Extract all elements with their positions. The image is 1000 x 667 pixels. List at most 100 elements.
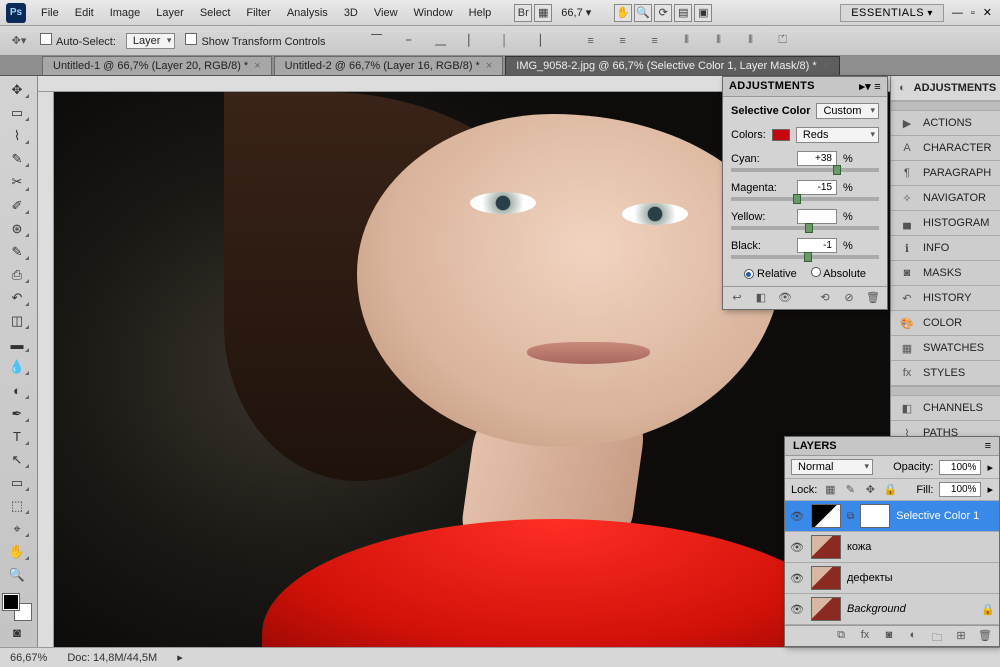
- document-tab[interactable]: Untitled-2 @ 66,7% (Layer 16, RGB/8) *×: [274, 56, 504, 75]
- align-left-icon[interactable]: ▏: [462, 31, 484, 51]
- visibility-toggle-icon[interactable]: 👁: [789, 602, 805, 616]
- visibility-toggle-icon[interactable]: 👁: [789, 571, 805, 585]
- distribute-hcenter-icon[interactable]: ⦀: [708, 31, 730, 51]
- chevron-right-icon[interactable]: ▸: [987, 483, 993, 496]
- move-tool-preset-icon[interactable]: ✥▾: [8, 31, 30, 51]
- quick-select-tool-icon[interactable]: ✎: [3, 149, 31, 169]
- collapsed-info[interactable]: ℹINFO: [891, 236, 1000, 261]
- auto-select-option[interactable]: Auto-Select:: [40, 33, 116, 48]
- menu-edit[interactable]: Edit: [68, 3, 101, 23]
- align-top-icon[interactable]: ⎺: [366, 31, 388, 51]
- magenta-input[interactable]: [797, 180, 837, 195]
- adj-reset-icon[interactable]: ⊘: [841, 291, 857, 305]
- panel-menu-icon[interactable]: ▸▾ ≡: [859, 80, 881, 93]
- quick-mask-icon[interactable]: ◙: [3, 623, 31, 643]
- eraser-tool-icon[interactable]: ◫: [3, 311, 31, 331]
- lock-transparent-icon[interactable]: ▦: [823, 483, 837, 497]
- bridge-icon[interactable]: Br: [514, 4, 532, 22]
- link-layers-icon[interactable]: ⧉: [833, 629, 849, 643]
- dodge-tool-icon[interactable]: ◐: [3, 380, 31, 400]
- shape-tool-icon[interactable]: ▭: [3, 473, 31, 493]
- marquee-tool-icon[interactable]: ▭: [3, 103, 31, 123]
- crop-tool-icon[interactable]: ✂: [3, 172, 31, 192]
- auto-align-icon[interactable]: ⏍: [772, 31, 794, 51]
- layer-row[interactable]: 👁 кожа: [785, 532, 999, 563]
- 3d-tool-icon[interactable]: ⬚: [3, 496, 31, 516]
- zoom-tool-icon[interactable]: 🔍: [634, 4, 652, 22]
- menu-file[interactable]: File: [34, 3, 66, 23]
- document-tab-active[interactable]: IMG_9058-2.jpg @ 66,7% (Selective Color …: [505, 56, 840, 75]
- black-input[interactable]: [797, 238, 837, 253]
- menu-help[interactable]: Help: [462, 3, 499, 23]
- opacity-input[interactable]: [939, 460, 981, 475]
- layer-thumb-icon[interactable]: [811, 597, 841, 621]
- collapsed-swatches[interactable]: ▦SWATCHES: [891, 336, 1000, 361]
- collapsed-channels[interactable]: ◧CHANNELS: [891, 396, 1000, 421]
- magenta-slider[interactable]: [731, 197, 879, 201]
- menu-view[interactable]: View: [367, 3, 405, 23]
- workspace-switcher[interactable]: ESSENTIALS ▾: [840, 4, 944, 22]
- pen-tool-icon[interactable]: ✒: [3, 404, 31, 424]
- rotate-view-icon[interactable]: ⟳: [654, 4, 672, 22]
- layer-mask-icon[interactable]: ◙: [881, 629, 897, 643]
- adj-clip-icon[interactable]: ◧: [753, 291, 769, 305]
- close-icon[interactable]: ×: [254, 60, 260, 72]
- adj-view-icon[interactable]: 👁: [777, 291, 793, 305]
- clone-stamp-tool-icon[interactable]: ⎙: [3, 265, 31, 285]
- hand-tool-icon[interactable]: ✋: [614, 4, 632, 22]
- color-swatches[interactable]: [3, 594, 31, 619]
- close-icon[interactable]: ×: [823, 60, 829, 72]
- layer-mask-thumb-icon[interactable]: [860, 504, 890, 528]
- show-transform-option[interactable]: Show Transform Controls: [185, 33, 325, 48]
- visibility-toggle-icon[interactable]: 👁: [789, 540, 805, 554]
- cyan-input[interactable]: [797, 151, 837, 166]
- brush-tool-icon[interactable]: ✎: [3, 242, 31, 262]
- layer-thumb-icon[interactable]: [811, 566, 841, 590]
- lock-pixels-icon[interactable]: ✎: [843, 483, 857, 497]
- yellow-input[interactable]: [797, 209, 837, 224]
- collapsed-masks[interactable]: ◙MASKS: [891, 261, 1000, 286]
- eyedropper-tool-icon[interactable]: ✐: [3, 196, 31, 216]
- status-doc-size[interactable]: Doc: 14,8M/44,5M: [67, 652, 157, 664]
- visibility-toggle-icon[interactable]: 👁: [789, 509, 805, 523]
- menu-window[interactable]: Window: [407, 3, 460, 23]
- collapsed-paragraph[interactable]: ¶PARAGRAPH: [891, 161, 1000, 186]
- collapsed-color[interactable]: 🎨COLOR: [891, 311, 1000, 336]
- status-zoom[interactable]: 66,67%: [10, 652, 47, 664]
- layer-fx-icon[interactable]: fx: [857, 629, 873, 643]
- window-close-icon[interactable]: ✕: [983, 6, 992, 19]
- zoom-tool-icon[interactable]: 🔍: [3, 565, 31, 585]
- collapsed-character[interactable]: ACHARACTER: [891, 136, 1000, 161]
- align-hcenter-icon[interactable]: │: [494, 31, 516, 51]
- fill-input[interactable]: [939, 482, 981, 497]
- menu-select[interactable]: Select: [193, 3, 238, 23]
- collapsed-adjustments-header[interactable]: ◐ADJUSTMENTS: [891, 76, 1000, 101]
- adj-prev-icon[interactable]: ⟲: [817, 291, 833, 305]
- panel-menu-icon[interactable]: ≡: [985, 440, 991, 452]
- collapsed-history[interactable]: ↶HISTORY: [891, 286, 1000, 311]
- new-group-icon[interactable]: 🗀: [929, 629, 945, 643]
- window-restore-icon[interactable]: ▫: [971, 7, 975, 19]
- hand-tool-icon[interactable]: ✋: [3, 542, 31, 562]
- colors-dropdown[interactable]: Reds: [796, 127, 879, 143]
- layer-row[interactable]: 👁 дефекты: [785, 563, 999, 594]
- absolute-radio[interactable]: Absolute: [811, 267, 866, 280]
- foreground-color-swatch[interactable]: [3, 594, 19, 610]
- move-tool-icon[interactable]: ✥: [3, 80, 31, 100]
- collapsed-styles[interactable]: fxSTYLES: [891, 361, 1000, 386]
- layer-thumb-icon[interactable]: [811, 504, 841, 528]
- type-tool-icon[interactable]: T: [3, 427, 31, 447]
- 3d-camera-tool-icon[interactable]: ⌖: [3, 519, 31, 539]
- align-bottom-icon[interactable]: ⎽: [430, 31, 452, 51]
- distribute-left-icon[interactable]: ⦀: [676, 31, 698, 51]
- black-slider[interactable]: [731, 255, 879, 259]
- view-extras-icon[interactable]: ▦: [534, 4, 552, 22]
- gradient-tool-icon[interactable]: ▬: [3, 334, 31, 354]
- adj-trash-icon[interactable]: 🗑: [865, 291, 881, 305]
- close-icon[interactable]: ×: [486, 60, 492, 72]
- layer-row-background[interactable]: 👁 Background 🔒: [785, 594, 999, 625]
- distribute-right-icon[interactable]: ⦀: [740, 31, 762, 51]
- menu-filter[interactable]: Filter: [239, 3, 277, 23]
- zoom-level[interactable]: 66,7 ▾: [554, 2, 598, 23]
- path-select-tool-icon[interactable]: ↖: [3, 450, 31, 470]
